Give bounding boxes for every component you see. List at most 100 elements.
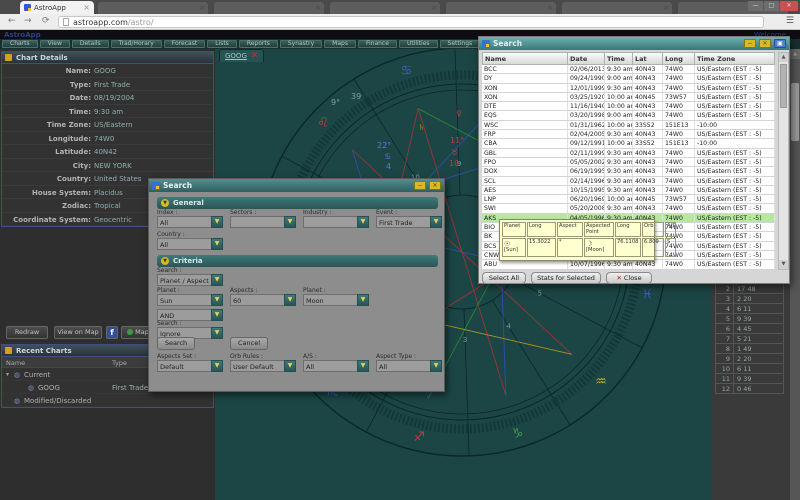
results-scrollbar[interactable]: ▲ ▼: [778, 52, 789, 270]
expander-icon[interactable]: ▾: [6, 371, 9, 378]
stats-for-selected-button[interactable]: Stats for Selected: [531, 272, 601, 284]
table-row[interactable]: XON03/25/192010:00 am40N4573W57US/Easter…: [482, 93, 775, 102]
event-field[interactable]: Event :First Trade▼: [376, 216, 442, 228]
dialog-minimize-icon[interactable]: −: [414, 181, 426, 190]
cancel-button[interactable]: Cancel: [230, 337, 268, 350]
menu-forecast[interactable]: Forecast: [164, 40, 205, 48]
browser-tab-active[interactable]: AstroApp ×: [20, 1, 94, 14]
chart-details-header[interactable]: Chart Details: [2, 52, 213, 64]
menu-details[interactable]: Details: [72, 40, 109, 48]
column-header-long[interactable]: Long: [663, 52, 695, 65]
table-row[interactable]: FRP02/04/20059:30 am40N4374W0US/Eastern …: [482, 130, 775, 139]
list-item[interactable]: ◍Modified/Discarded: [2, 394, 213, 407]
collapse-icon[interactable]: ▼: [161, 199, 169, 207]
planet2-field[interactable]: Planet :Moon▼: [303, 294, 369, 306]
tab-close-icon[interactable]: ×: [83, 4, 90, 12]
menu-trad-horary[interactable]: Trad/Horary: [111, 40, 162, 48]
chevron-down-icon[interactable]: ▼: [211, 274, 223, 286]
as-field[interactable]: A/S :All▼: [303, 360, 369, 372]
menu-synastry[interactable]: Synastry: [280, 40, 322, 48]
chevron-down-icon[interactable]: ▼: [284, 360, 296, 372]
column-header-name[interactable]: Name: [482, 52, 568, 65]
table-row[interactable]: XON12/01/19999:30 am40N4374W0US/Eastern …: [482, 84, 775, 93]
scrollbar-thumb[interactable]: [780, 64, 787, 108]
table-row[interactable]: SCL02/14/19969:30 am40N4374W0US/Eastern …: [482, 177, 775, 186]
tab-close-icon[interactable]: ×: [431, 4, 437, 12]
back-icon[interactable]: ←: [8, 16, 16, 26]
column-header-date[interactable]: Date: [568, 52, 605, 65]
column-header-time[interactable]: Time: [605, 52, 633, 65]
section-criteria[interactable]: ▼ Criteria: [157, 255, 438, 267]
collapse-icon[interactable]: ▼: [161, 257, 169, 265]
chevron-down-icon[interactable]: ▼: [430, 216, 442, 228]
chevron-down-icon[interactable]: ▼: [357, 216, 369, 228]
sectors-field[interactable]: Sectors :▼: [230, 216, 296, 228]
section-general[interactable]: ▼ General: [157, 197, 438, 209]
industry-field[interactable]: Industry :▼: [303, 216, 369, 228]
browser-tab-background[interactable]: ×: [562, 2, 672, 14]
results-titlebar[interactable]: Search − ✕ ▣: [479, 37, 789, 50]
table-row[interactable]: AES10/15/19959:30 am40N4374W0US/Eastern …: [482, 186, 775, 195]
table-row[interactable]: SWI05/20/20089:30 am40N4374W0US/Eastern …: [482, 204, 775, 213]
column-header-time-zone[interactable]: Time Zone: [695, 52, 775, 65]
browser-tab-background[interactable]: ×: [330, 2, 440, 14]
dialog-close-icon[interactable]: ✕: [429, 181, 441, 190]
view-on-map-button[interactable]: View on Map: [54, 326, 102, 339]
chart-tab-goog[interactable]: GOOG ✕: [219, 49, 264, 62]
url-bar[interactable]: astroapp.com/astro/: [58, 16, 764, 28]
table-row[interactable]: WSC01/31/196210:00 am33S52151E13-10:00: [482, 121, 775, 130]
chevron-down-icon[interactable]: ▼: [284, 294, 296, 306]
forward-icon[interactable]: →: [24, 16, 32, 26]
window-minimize-button[interactable]: —: [748, 1, 763, 11]
menu-lists[interactable]: Lists: [207, 40, 237, 48]
chevron-down-icon[interactable]: ▼: [284, 216, 296, 228]
menu-utilities[interactable]: Utilities: [399, 40, 438, 48]
table-row[interactable]: ABU10/07/19969:30 am40N4374W0US/Eastern …: [482, 260, 775, 269]
table-row[interactable]: EQS03/20/19989:00 am40N4374W0US/Eastern …: [482, 111, 775, 120]
aspect-type-field[interactable]: Aspect Type :All▼: [376, 360, 442, 372]
table-row[interactable]: BCC02/06/20139:30 am40N4374W0US/Eastern …: [482, 65, 775, 74]
chevron-down-icon[interactable]: ▼: [357, 360, 369, 372]
table-row[interactable]: GBL02/11/19999:30 am40N4374W0US/Eastern …: [482, 149, 775, 158]
column-header-lat[interactable]: Lat: [633, 52, 663, 65]
browser-menu-icon[interactable]: ☰: [786, 16, 794, 26]
table-row[interactable]: DY09/24/19909:00 am40N4374W0US/Eastern (…: [482, 74, 775, 83]
results-minimize-icon[interactable]: −: [744, 39, 756, 48]
planet1-field[interactable]: Planet :Sun▼: [157, 294, 223, 306]
facebook-button[interactable]: f: [106, 326, 118, 339]
aspects-field[interactable]: Aspects :60▼: [230, 294, 296, 306]
results-close-icon[interactable]: ✕: [759, 39, 771, 48]
scroll-up-icon[interactable]: ▲: [790, 49, 800, 59]
select-all-button[interactable]: Select All: [482, 272, 526, 284]
close-button[interactable]: ✕Close: [606, 272, 652, 284]
menu-maps[interactable]: Maps: [324, 40, 356, 48]
chevron-down-icon[interactable]: ▼: [211, 360, 223, 372]
table-row[interactable]: FPO05/05/20029:30 am40N4374W0US/Eastern …: [482, 158, 775, 167]
table-row[interactable]: DOX06/19/19959:30 am40N4374W0US/Eastern …: [482, 167, 775, 176]
chevron-down-icon[interactable]: ▼: [430, 360, 442, 372]
tab-close-icon[interactable]: ×: [663, 4, 669, 12]
menu-reports[interactable]: Reports: [239, 40, 278, 48]
tab-close-icon[interactable]: ×: [315, 4, 321, 12]
search-by-field[interactable]: Search :Planet / Aspect▼: [157, 274, 223, 286]
menu-view[interactable]: View: [40, 40, 70, 48]
scroll-up-icon[interactable]: ▲: [779, 53, 788, 62]
table-row[interactable]: CBA09/12/199110:00 am33S52151E13-10:00: [482, 139, 775, 148]
orb-rules-field[interactable]: Orb Rules :User Default▼: [230, 360, 296, 372]
search-button[interactable]: Search: [157, 337, 195, 350]
browser-tab-background[interactable]: ×: [214, 2, 324, 14]
scrollbar-thumb[interactable]: [791, 83, 799, 141]
reload-icon[interactable]: ⟳: [42, 16, 50, 26]
tab-close-icon[interactable]: ×: [547, 4, 553, 12]
chevron-down-icon[interactable]: ▼: [211, 327, 223, 339]
window-close-button[interactable]: ✕: [780, 1, 798, 11]
browser-tab-background[interactable]: ×: [98, 2, 208, 14]
page-scrollbar[interactable]: ▲: [790, 49, 800, 500]
chevron-down-icon[interactable]: ▼: [357, 294, 369, 306]
scroll-down-icon[interactable]: ▼: [779, 260, 788, 269]
chart-tab-close-icon[interactable]: ✕: [251, 52, 259, 61]
chevron-down-icon[interactable]: ▼: [211, 294, 223, 306]
results-detach-icon[interactable]: ▣: [774, 39, 786, 48]
redraw-button[interactable]: Redraw: [6, 326, 48, 339]
country-field[interactable]: Country :All▼: [157, 238, 223, 250]
